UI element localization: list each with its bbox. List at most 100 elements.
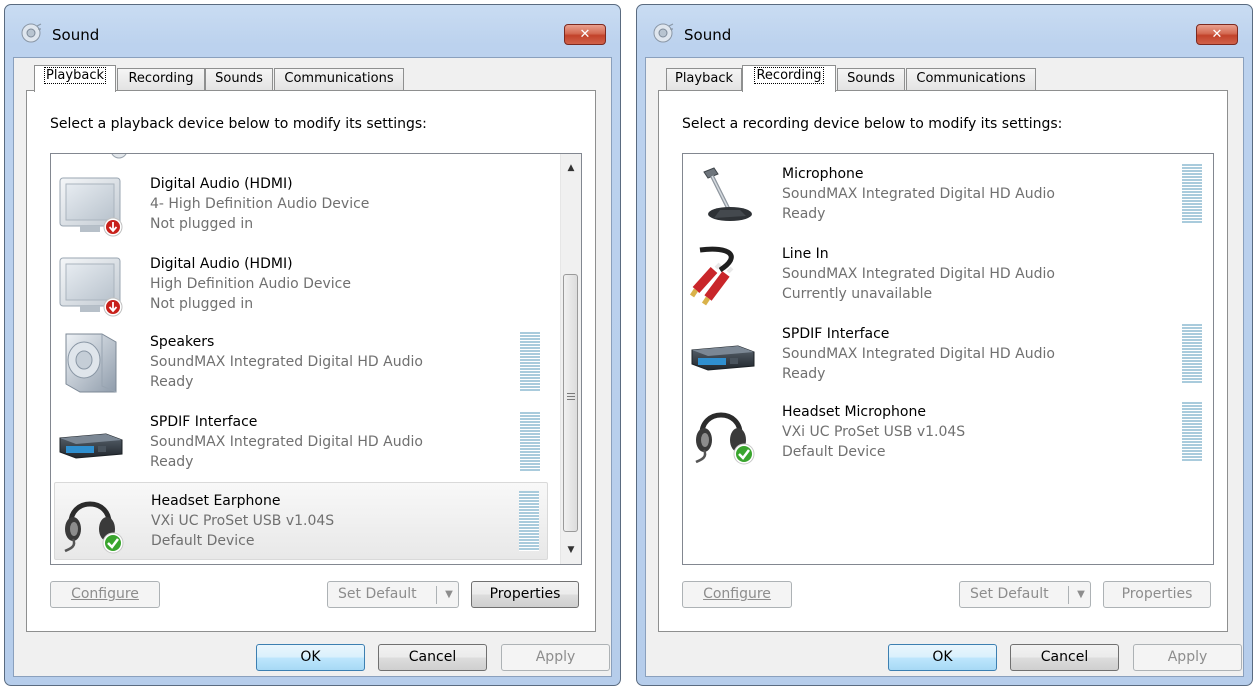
apply-label: Apply: [535, 649, 576, 665]
device-name: Speakers: [150, 334, 215, 350]
device-description: High Definition Audio Device: [150, 276, 351, 292]
device-description: VXi UC ProSet USB v1.04S: [151, 513, 335, 529]
monitor-icon: [59, 257, 123, 317]
level-meter: [1182, 324, 1202, 384]
device-name: Digital Audio (HDMI): [150, 176, 293, 192]
tab-recording[interactable]: Recording: [117, 68, 205, 90]
properties-button[interactable]: Properties: [1103, 581, 1211, 608]
rca-cable-icon: [690, 246, 734, 306]
tab-playback[interactable]: Playback: [34, 65, 116, 92]
device-status: Default Device: [151, 533, 255, 549]
device-status: Currently unavailable: [782, 286, 933, 302]
device-item-hdmi-2[interactable]: Digital Audio (HDMI) High Definition Aud…: [54, 246, 548, 324]
level-meter: [1182, 402, 1202, 462]
tab-label: Communications: [284, 71, 394, 86]
device-name: SPDIF Interface: [150, 414, 258, 430]
sound-dialog-recording: Sound ✕ Playback Recording Sounds Commun…: [636, 4, 1253, 686]
title-bar[interactable]: Sound ✕: [5, 5, 620, 65]
device-name: Headset Earphone: [151, 493, 281, 509]
headset-icon: [64, 501, 124, 554]
tab-communications[interactable]: Communications: [906, 68, 1036, 90]
device-item-line-in[interactable]: Line In SoundMAX Integrated Digital HD A…: [686, 236, 1210, 314]
tab-label: Playback: [43, 67, 106, 84]
scroll-up-icon[interactable]: ▲: [561, 158, 581, 178]
apply-button[interactable]: Apply: [1133, 644, 1242, 671]
scrollbar-thumb[interactable]: [563, 274, 578, 532]
dropdown-arrow-icon[interactable]: ▼: [440, 582, 458, 607]
device-name: Headset Microphone: [782, 404, 926, 420]
device-item-microphone[interactable]: Microphone SoundMAX Integrated Digital H…: [686, 156, 1210, 234]
device-status: Default Device: [782, 444, 886, 460]
level-meter: [1182, 164, 1202, 224]
close-button[interactable]: ✕: [564, 24, 606, 45]
configure-button[interactable]: Configure: [682, 581, 792, 608]
level-meter: [519, 491, 539, 551]
device-name: Line In: [782, 246, 829, 262]
configure-label: Configure: [703, 586, 771, 602]
device-item-speakers[interactable]: Speakers SoundMAX Integrated Digital HD …: [54, 324, 548, 402]
configure-button[interactable]: Configure: [50, 581, 160, 608]
tab-label: Sounds: [215, 71, 263, 86]
cancel-button[interactable]: Cancel: [1010, 644, 1119, 671]
sound-speaker-icon: [21, 23, 42, 43]
title-bar[interactable]: Sound ✕: [637, 5, 1252, 65]
device-name: SPDIF Interface: [782, 326, 890, 342]
dialog-body: Playback Recording Sounds Communications…: [13, 57, 612, 677]
sound-dialog-playback: Sound ✕ Playback Recording Sounds Commun…: [4, 4, 621, 686]
tab-label: Recording: [128, 71, 194, 86]
ok-label: OK: [300, 649, 321, 665]
device-name: Microphone: [782, 166, 864, 182]
recording-panel: Select a recording device below to modif…: [658, 90, 1228, 632]
set-default-button[interactable]: Set Default ▼: [327, 581, 459, 608]
device-description: SoundMAX Integrated Digital HD Audio: [782, 186, 1055, 202]
device-status: Ready: [150, 454, 194, 470]
tab-sounds[interactable]: Sounds: [205, 68, 273, 90]
tab-communications[interactable]: Communications: [274, 68, 404, 90]
device-description: 4- High Definition Audio Device: [150, 196, 370, 212]
device-item-spdif[interactable]: SPDIF Interface SoundMAX Integrated Digi…: [54, 404, 548, 482]
instruction-text: Select a playback device below to modify…: [50, 116, 427, 132]
scroll-down-icon[interactable]: ▼: [561, 540, 581, 560]
tab-recording[interactable]: Recording: [742, 65, 836, 92]
split-separator: [1068, 586, 1069, 604]
ok-button[interactable]: OK: [888, 644, 997, 671]
properties-label: Properties: [1121, 586, 1193, 602]
set-default-label: Set Default: [338, 586, 417, 602]
properties-button[interactable]: Properties: [471, 581, 579, 608]
split-separator: [436, 586, 437, 604]
dropdown-arrow-icon[interactable]: ▼: [1072, 582, 1090, 607]
device-item-hdmi-1[interactable]: Digital Audio (HDMI) 4- High Definition …: [54, 166, 548, 244]
microphone-icon: [703, 167, 752, 221]
device-name: Digital Audio (HDMI): [150, 256, 293, 272]
tab-label: Playback: [674, 71, 733, 86]
dialog-body: Playback Recording Sounds Communications…: [645, 57, 1244, 677]
device-item-spdif[interactable]: SPDIF Interface SoundMAX Integrated Digi…: [686, 316, 1210, 394]
cancel-button[interactable]: Cancel: [378, 644, 487, 671]
device-description: SoundMAX Integrated Digital HD Audio: [150, 434, 423, 450]
partial-device-icon: [111, 154, 127, 159]
properties-label: Properties: [489, 586, 561, 602]
tab-label: Communications: [916, 71, 1026, 86]
set-default-button[interactable]: Set Default ▼: [959, 581, 1091, 608]
tab-label: Recording: [754, 67, 824, 84]
level-meter: [520, 332, 540, 392]
device-list[interactable]: Digital Audio (HDMI) 4- High Definition …: [50, 153, 582, 565]
vertical-scrollbar[interactable]: ▲ ▼: [560, 154, 581, 564]
apply-button[interactable]: Apply: [501, 644, 610, 671]
playback-panel: Select a playback device below to modify…: [26, 90, 596, 632]
ok-button[interactable]: OK: [256, 644, 365, 671]
instruction-text: Select a recording device below to modif…: [682, 116, 1063, 132]
close-button[interactable]: ✕: [1196, 24, 1238, 45]
device-status: Ready: [782, 206, 826, 222]
apply-label: Apply: [1167, 649, 1208, 665]
tab-label: Sounds: [847, 71, 895, 86]
tab-sounds[interactable]: Sounds: [837, 68, 905, 90]
ok-label: OK: [932, 649, 953, 665]
grip-icon: [567, 393, 575, 401]
tab-playback[interactable]: Playback: [666, 68, 742, 90]
device-item-headset-earphone[interactable]: Headset Earphone VXi UC ProSet USB v1.04…: [54, 482, 548, 560]
spdif-receiver-icon: [691, 345, 755, 371]
cancel-label: Cancel: [408, 649, 457, 665]
device-list[interactable]: Microphone SoundMAX Integrated Digital H…: [682, 153, 1214, 565]
device-item-headset-microphone[interactable]: Headset Microphone VXi UC ProSet USB v1.…: [686, 394, 1210, 472]
